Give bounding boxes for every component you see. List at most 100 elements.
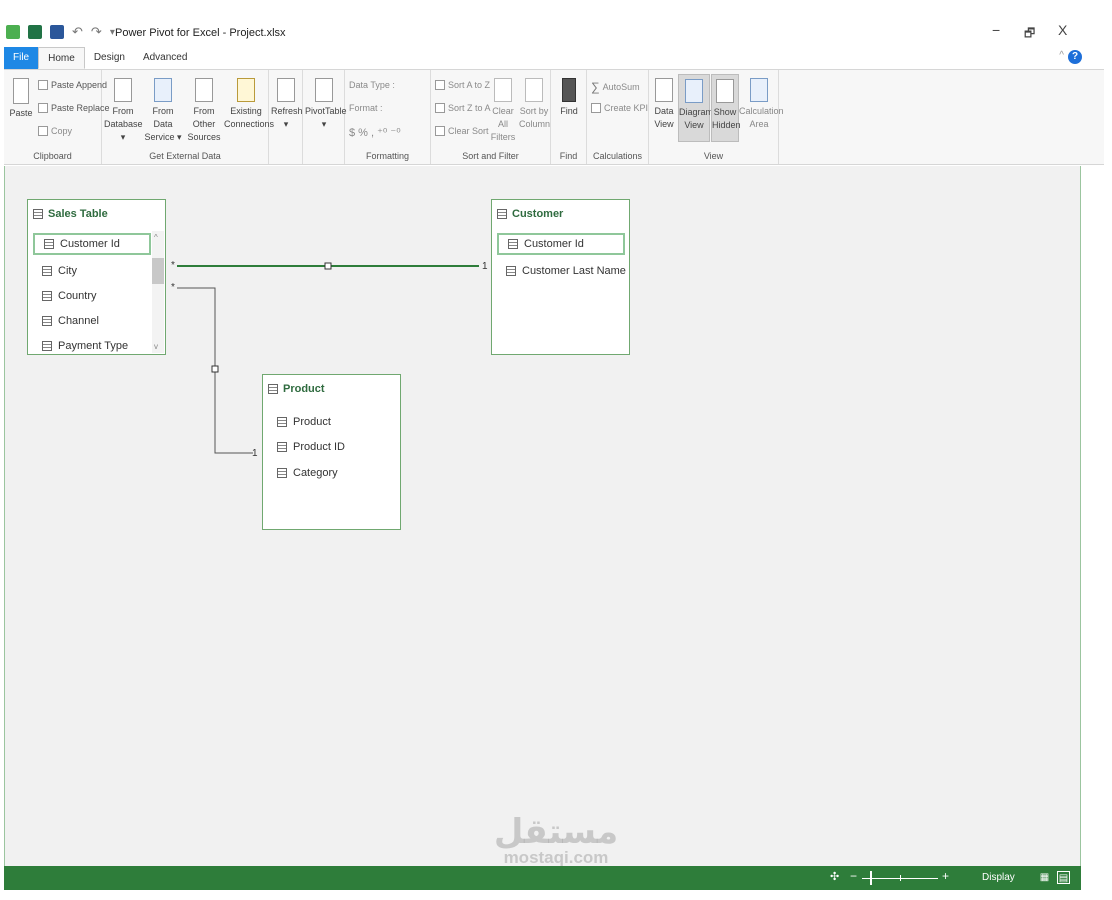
clear-all-filters-button[interactable]: Clear All Filters <box>487 78 519 144</box>
from-database-label-2: Database ▾ <box>104 119 143 142</box>
sort-za-label: Sort Z to A <box>448 103 491 113</box>
tab-home[interactable]: Home <box>38 47 85 69</box>
existing-connections-button[interactable]: Existing Connections <box>224 78 274 131</box>
field-row[interactable]: Product ID <box>268 436 345 458</box>
sort-az-label: Sort A to Z <box>448 80 491 90</box>
cardinality-many-sales-product: * <box>171 282 175 293</box>
tab-design[interactable]: Design <box>85 47 134 69</box>
undo-icon[interactable]: ↶ <box>72 24 83 40</box>
other-sources-icon <box>195 78 213 102</box>
minimize-button[interactable]: − <box>992 22 1000 38</box>
autosum-button[interactable]: ∑ AutoSum <box>591 80 640 94</box>
calculation-area-label-1: Calculation <box>739 106 784 116</box>
from-other-sources-button[interactable]: From Other Sources <box>184 78 224 144</box>
group-label-view: View <box>703 151 724 161</box>
paste-label: Paste <box>9 108 33 118</box>
table-title: Sales Table <box>48 208 108 220</box>
tab-advanced[interactable]: Advanced <box>134 47 196 69</box>
redo-icon[interactable]: ↷ <box>91 24 102 40</box>
data-view-button[interactable]: Data View <box>651 78 677 131</box>
field-row[interactable]: Channel <box>33 310 99 332</box>
fit-to-screen-icon[interactable]: ✣ <box>830 870 839 883</box>
number-format-buttons[interactable]: $ % , ⁺⁰ ⁻⁰ <box>349 126 401 139</box>
sort-z-to-a-button[interactable]: Sort Z to A <box>435 103 491 113</box>
sort-a-to-z-button[interactable]: Sort A to Z <box>435 80 490 90</box>
table-icon <box>33 209 43 219</box>
collapse-ribbon-icon[interactable]: ^ <box>1059 50 1064 61</box>
from-other-sources-label-1: From Other <box>192 106 216 129</box>
group-formatting: Data Type : Format : $ % , ⁺⁰ ⁻⁰ Formatt… <box>345 70 431 164</box>
watermark-latin: mostaqi.com <box>503 848 609 867</box>
zoom-in-button[interactable]: + <box>942 869 949 883</box>
find-button[interactable]: Find <box>554 78 584 118</box>
from-data-service-label-1: From Data <box>152 106 174 129</box>
refresh-button[interactable]: Refresh ▾ <box>271 78 303 131</box>
help-icon[interactable]: ? <box>1068 50 1082 64</box>
excel-icon[interactable] <box>28 25 42 39</box>
table-scrollbar[interactable]: ^ v <box>152 231 164 353</box>
field-row[interactable]: Customer Last Name <box>497 260 626 282</box>
column-icon <box>42 316 52 326</box>
power-pivot-icon <box>6 25 20 39</box>
relationship-handle-sales-product[interactable] <box>211 365 219 373</box>
calculation-area-icon <box>750 78 768 102</box>
zoom-slider-thumb[interactable] <box>870 871 872 885</box>
zoom-slider-tick <box>900 875 901 881</box>
paste-append-icon <box>38 80 48 90</box>
table-header[interactable]: Customer <box>497 208 563 220</box>
column-icon <box>277 417 287 427</box>
field-row[interactable]: Category <box>268 462 338 484</box>
field-label: Channel <box>58 315 99 327</box>
copy-button[interactable]: Copy <box>38 126 72 136</box>
group-label-calculations: Calculations <box>592 151 643 161</box>
format-dropdown[interactable]: Format : <box>349 103 383 113</box>
close-button[interactable]: X <box>1058 22 1067 38</box>
scroll-up-icon[interactable]: ^ <box>154 233 158 242</box>
field-row[interactable]: Payment Type <box>33 335 128 354</box>
refresh-icon <box>277 78 295 102</box>
paste-append-button[interactable]: Paste Append <box>38 80 107 90</box>
table-title: Customer <box>512 208 564 220</box>
data-type-dropdown[interactable]: Data Type : <box>349 80 395 90</box>
grid-view-icon[interactable]: ▦ <box>1038 871 1051 884</box>
clear-sort-button[interactable]: Clear Sort <box>435 126 489 136</box>
tab-file[interactable]: File <box>4 47 39 69</box>
save-icon[interactable] <box>50 25 64 39</box>
relationship-handle-sales-customer[interactable] <box>324 262 332 270</box>
diagram-view-icon[interactable]: ▤ <box>1057 871 1070 884</box>
field-row[interactable]: Customer Id <box>33 233 151 255</box>
copy-label: Copy <box>51 126 73 136</box>
paste-replace-icon <box>38 103 48 113</box>
table-header[interactable]: Sales Table <box>33 208 108 220</box>
diagram-canvas[interactable]: * 1 * 1 Sales Table Customer Id City Cou… <box>4 166 1081 866</box>
scroll-down-icon[interactable]: v <box>154 342 158 351</box>
field-row[interactable]: Country <box>33 285 97 307</box>
group-label-clipboard: Clipboard <box>33 151 72 161</box>
watermark: مستقل mostaqi.com <box>486 812 626 868</box>
show-hidden-button[interactable]: Show Hidden <box>711 74 741 142</box>
from-database-button[interactable]: From Database ▾ <box>104 78 143 144</box>
from-data-service-button[interactable]: From Data Service ▾ <box>144 78 182 144</box>
field-row[interactable]: City <box>33 260 77 282</box>
pivottable-arrow-icon: ▾ <box>321 119 327 129</box>
table-customer[interactable]: Customer Customer Id Customer Last Name <box>491 199 630 355</box>
table-header[interactable]: Product <box>268 383 325 395</box>
diagram-view-button[interactable]: Diagram View <box>678 74 714 142</box>
calculation-area-button[interactable]: Calculation Area <box>739 78 784 131</box>
sort-by-column-button[interactable]: Sort by Column <box>519 78 550 131</box>
scrollbar-thumb[interactable] <box>152 258 164 284</box>
sort-az-icon <box>435 80 445 90</box>
restore-button[interactable]: 🗗 <box>1024 24 1035 45</box>
field-row[interactable]: Customer Id <box>497 233 625 255</box>
field-row[interactable]: Product <box>268 411 331 433</box>
table-product[interactable]: Product Product Product ID Category <box>262 374 401 530</box>
pivottable-button[interactable]: PivotTable ▾ <box>305 78 347 131</box>
diagram-view-label-1: Diagram <box>679 107 714 117</box>
paste-replace-button[interactable]: Paste Replace <box>38 103 110 113</box>
group-label-sort-and-filter: Sort and Filter <box>462 151 519 161</box>
create-kpi-button[interactable]: Create KPI <box>591 103 648 113</box>
diagram-view-icon <box>685 79 703 103</box>
table-sales-table[interactable]: Sales Table Customer Id City Country Cha… <box>27 199 166 355</box>
zoom-out-button[interactable]: − <box>850 869 857 883</box>
paste-button[interactable]: Paste <box>8 78 34 120</box>
